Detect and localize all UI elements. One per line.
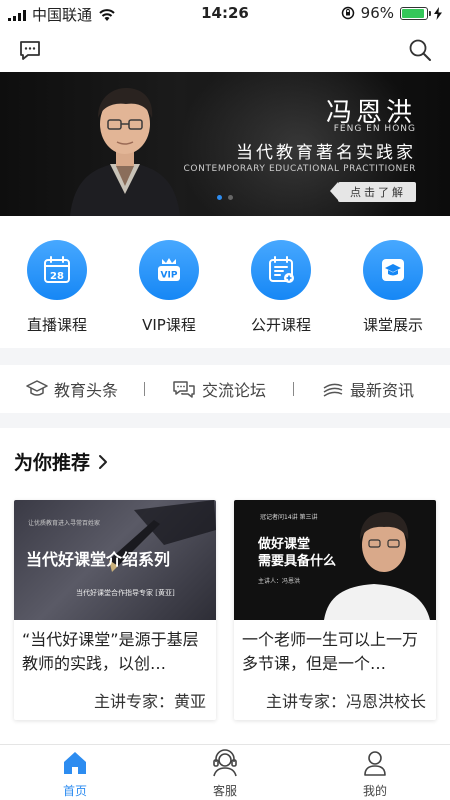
category-label: 公开课程 bbox=[250, 316, 311, 334]
banner-title-cn: 当代教育著名实践家 bbox=[236, 143, 416, 163]
calendar-28-label: 28 bbox=[50, 271, 64, 282]
banner-title-en: CONTEMPORARY EDUCATIONAL PRACTITIONER bbox=[183, 164, 416, 174]
course-description: 一个老师一生可以上一万多节课，但是一个… bbox=[242, 630, 419, 673]
recommend-title: 为你推荐 bbox=[14, 452, 91, 474]
category-public-courses[interactable]: 公开课程 bbox=[236, 240, 326, 335]
tab-home[interactable]: 首页 bbox=[30, 749, 120, 799]
status-bar: 中国联通 14:26 96% bbox=[0, 0, 450, 26]
thumb-small-text: 让优质教育进入寻常百姓家 bbox=[28, 520, 101, 527]
tab-customer-service[interactable]: 客服 bbox=[180, 749, 270, 799]
category-class-showcase[interactable]: 课堂展示 bbox=[348, 240, 438, 335]
banner-dot-active[interactable] bbox=[217, 195, 222, 200]
thumb-title: 做好课堂 需要具备什么 bbox=[258, 537, 337, 569]
link-latest-news[interactable]: 最新资讯 bbox=[322, 377, 414, 401]
graduation-cap-outline-icon bbox=[26, 380, 48, 396]
battery-percent: 96% bbox=[360, 4, 394, 22]
chevron-right-icon bbox=[99, 454, 108, 469]
top-bar bbox=[0, 26, 450, 72]
graduation-cap-icon bbox=[363, 240, 423, 300]
charging-icon bbox=[434, 6, 442, 20]
message-icon[interactable] bbox=[18, 38, 42, 62]
tab-label: 首页 bbox=[62, 784, 87, 798]
quick-links-bar: 教育头条 交流论坛 最新资讯 bbox=[0, 365, 450, 413]
course-description: “当代好课堂”是源于基层教师的实践，以创… bbox=[22, 630, 199, 673]
link-label: 最新资讯 bbox=[350, 381, 415, 400]
category-label: VIP课程 bbox=[142, 316, 196, 334]
course-expert: 主讲专家：冯恩洪校长 bbox=[265, 692, 426, 711]
thumb-small-text: 冠记者问14讲 第三讲 bbox=[260, 514, 318, 521]
course-expert: 主讲专家：黄亚 bbox=[93, 692, 206, 711]
course-thumbnail: 冠记者问14讲 第三讲 做好课堂 需要具备什么 主讲人：冯恩洪 bbox=[234, 500, 436, 620]
category-vip-courses[interactable]: VIP VIP课程 bbox=[124, 240, 214, 335]
promo-banner[interactable]: 冯恩洪 FENG EN HONG 当代教育著名实践家 CONTEMPORARY … bbox=[0, 72, 450, 216]
tab-profile[interactable]: 我的 bbox=[330, 749, 420, 799]
chat-bubbles-icon bbox=[173, 381, 195, 398]
category-grid: 28 直播课程 VIP VIP课程 公开课程 课堂展示 bbox=[0, 216, 450, 348]
search-icon[interactable] bbox=[408, 38, 432, 62]
thumb-subtitle: 主讲人：冯恩洪 bbox=[258, 578, 301, 585]
orientation-lock-icon bbox=[341, 6, 354, 20]
calendar-plus-icon bbox=[251, 240, 311, 300]
bottom-tab-bar: 首页 客服 我的 bbox=[0, 744, 450, 800]
tab-label: 我的 bbox=[362, 784, 387, 798]
vip-icon-label: VIP bbox=[161, 271, 178, 281]
banner-dot[interactable] bbox=[228, 195, 233, 200]
course-card[interactable]: 冠记者问14讲 第三讲 做好课堂 需要具备什么 主讲人：冯恩洪 一个老师一生可以… bbox=[234, 500, 436, 720]
thumb-subtitle: 当代好课堂合作指导专家 [黄亚] bbox=[76, 589, 175, 597]
category-label: 课堂展示 bbox=[362, 316, 423, 334]
divider bbox=[293, 382, 295, 396]
tab-label: 客服 bbox=[212, 784, 237, 798]
recommend-header[interactable]: 为你推荐 bbox=[14, 448, 108, 475]
news-icon bbox=[323, 383, 343, 397]
banner-pagination[interactable] bbox=[0, 195, 450, 200]
banner-name-en: FENG EN HONG bbox=[333, 124, 416, 134]
link-education-headlines[interactable]: 教育头条 bbox=[26, 377, 118, 401]
category-label: 直播课程 bbox=[26, 316, 87, 334]
course-thumbnail: 让优质教育进入寻常百姓家 当代好课堂介绍系列 当代好课堂合作指导专家 [黄亚] bbox=[14, 500, 216, 620]
link-label: 交流论坛 bbox=[202, 381, 267, 400]
user-icon bbox=[364, 751, 386, 776]
vip-crown-icon: VIP bbox=[139, 240, 199, 300]
battery-icon bbox=[400, 6, 431, 20]
thumb-title: 当代好课堂介绍系列 bbox=[26, 550, 171, 569]
customer-service-icon bbox=[213, 749, 237, 777]
home-icon bbox=[64, 752, 86, 774]
category-live-courses[interactable]: 28 直播课程 bbox=[12, 240, 102, 335]
recommend-section: 为你推荐 让优质教育进入寻常百姓家 当代好课堂介绍系列 当代好课堂合作指导专家 … bbox=[0, 428, 450, 748]
link-forum[interactable]: 交流论坛 bbox=[172, 377, 266, 401]
course-card[interactable]: 让优质教育进入寻常百姓家 当代好课堂介绍系列 当代好课堂合作指导专家 [黄亚] … bbox=[14, 500, 216, 720]
link-label: 教育头条 bbox=[54, 381, 119, 400]
divider bbox=[144, 382, 146, 396]
calendar-28-icon: 28 bbox=[27, 240, 87, 300]
